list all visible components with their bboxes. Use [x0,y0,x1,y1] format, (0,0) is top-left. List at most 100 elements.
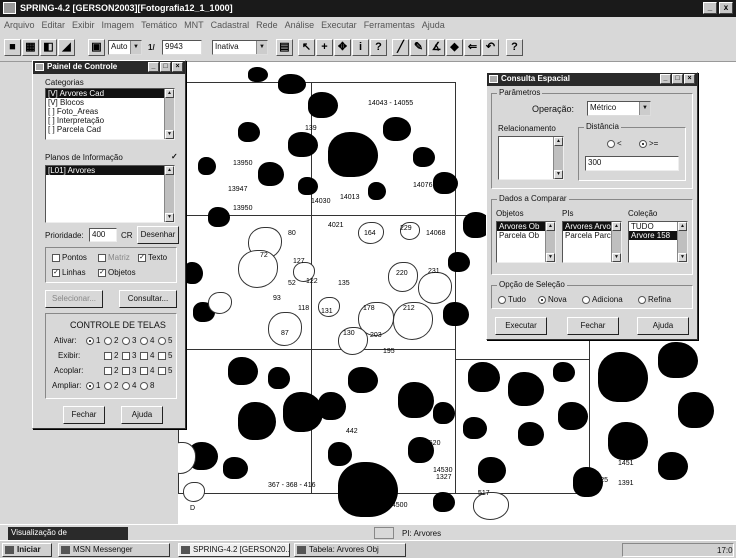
cube-icon[interactable]: ■ [4,39,21,56]
lines-option[interactable]: ✓ Linhas [52,268,86,277]
pis-scrollbar[interactable]: ▲ ▼ [611,222,621,262]
distance-input[interactable]: 300 [585,156,679,171]
tree-polygon[interactable] [433,492,455,512]
menu-cadastral[interactable]: Cadastral [211,20,250,34]
close-query-button[interactable]: Fechar [567,317,619,335]
planes-list[interactable]: [L01] Arvores ▲ ▼ [45,165,175,223]
relation-scrollbar[interactable]: ▲ ▼ [553,137,563,179]
query-button[interactable]: Consultar... [119,290,177,308]
menu-editar[interactable]: Editar [42,20,66,34]
tree-polygon[interactable] [468,362,500,392]
polygon-icon[interactable]: ◆ [446,39,463,56]
menu-analise[interactable]: Análise [285,20,315,34]
plus-icon[interactable]: + [316,39,333,56]
task-spring[interactable]: SPRING-4.2 [GERSON20... [178,543,290,557]
tree-polygon[interactable] [183,262,203,284]
view-minimized-window[interactable]: Visualização de [8,527,128,540]
menu-mnt[interactable]: MNT [184,20,204,34]
collection-scrollbar[interactable]: ▲ ▼ [677,222,687,262]
tree-polygon[interactable] [248,67,268,82]
tree-polygon[interactable] [608,422,648,460]
select-new-radio[interactable]: Nova [538,295,567,304]
pis-list[interactable]: Arvores Arvo Parcela Parc ▲ ▼ [562,221,622,263]
tree-polygon[interactable] [398,382,434,418]
zoom-radio-1[interactable]: 1 [86,381,100,390]
layers-icon[interactable]: ◧ [40,39,57,56]
close-panel-button[interactable]: Fechar [63,406,105,424]
tree-polygon[interactable] [308,92,338,118]
text-option[interactable]: ✓ Texto [138,253,167,262]
help-icon[interactable]: ? [506,39,523,56]
tree-polygon[interactable] [318,392,346,420]
tree-polygon[interactable] [368,182,386,200]
tree-polygon[interactable] [558,402,588,430]
distance-less-radio[interactable]: < [607,139,622,148]
close-icon[interactable]: × [172,62,183,72]
minimize-button[interactable]: _ [703,2,717,14]
tree-polygon[interactable] [508,372,544,406]
start-button[interactable]: Iniciar [2,543,52,557]
category-item[interactable]: [ ] Foto_Areas [46,107,174,116]
tree-polygon[interactable] [433,402,455,424]
menu-ajuda[interactable]: Ajuda [422,20,445,34]
select-button[interactable]: Selecionar... [45,290,103,308]
objects-scrollbar[interactable]: ▲ ▼ [545,222,555,262]
close-icon[interactable]: × [684,74,695,84]
activate-radio-1[interactable]: 1 [86,336,100,345]
help-panel-button[interactable]: Ajuda [121,406,163,424]
tree-polygon[interactable] [238,402,276,440]
tree-polygon[interactable] [238,122,260,142]
show-check-4[interactable]: 4 [140,351,154,360]
image-icon[interactable]: ▣ [88,39,105,56]
activate-radio-4[interactable]: 4 [140,336,154,345]
mode-select[interactable]: Inativa ▼ [212,40,268,55]
tree-polygon[interactable] [383,117,411,141]
menu-tematico[interactable]: Temático [141,20,177,34]
check-icon[interactable]: ✓ [171,152,178,161]
tree-polygon[interactable] [288,132,318,157]
show-check-5[interactable]: 5 [158,351,172,360]
objects-option[interactable]: ✓ Objetos [98,268,136,277]
points-option[interactable]: Pontos [52,253,87,262]
minimize-icon[interactable]: _ [148,62,159,72]
couple-check-3[interactable]: 3 [122,366,136,375]
couple-check-5[interactable]: 5 [158,366,172,375]
activate-radio-5[interactable]: 5 [158,336,172,345]
select-add-radio[interactable]: Adiciona [582,295,623,304]
priority-input[interactable]: 400 [89,228,117,242]
tree-polygon[interactable] [278,74,306,94]
tree-polygon[interactable] [518,422,544,446]
select-refine-radio[interactable]: Refina [638,295,671,304]
query-icon[interactable]: ? [370,39,387,56]
collection-list[interactable]: TUDO Arvore 158 ▲ ▼ [628,221,688,263]
execute-button[interactable]: Executar [495,317,547,335]
category-item[interactable]: [ ] Interpretação [46,116,174,125]
zoom-radio-2[interactable]: 2 [104,381,118,390]
tree-polygon[interactable] [348,367,378,393]
draw-button[interactable]: Desenhar [137,226,179,244]
menu-ferramentas[interactable]: Ferramentas [364,20,415,34]
tree-polygon[interactable] [448,252,470,272]
category-item[interactable]: [V] Blocos [46,98,174,107]
tree-polygon[interactable] [223,457,248,479]
grid-icon[interactable]: ▦ [22,39,39,56]
tree-polygon[interactable] [658,342,698,378]
planes-scrollbar[interactable]: ▲ ▼ [164,166,174,222]
close-button[interactable]: x [719,2,733,14]
activate-radio-2[interactable]: 2 [104,336,118,345]
task-table[interactable]: Tabela: Arvores Obj [294,543,406,557]
select-all-radio[interactable]: Tudo [498,295,526,304]
show-check-3[interactable]: 3 [122,351,136,360]
category-item[interactable]: [ ] Parcela Cad [46,125,174,134]
tree-polygon[interactable] [433,172,458,194]
tree-polygon[interactable] [658,452,688,480]
menu-rede[interactable]: Rede [256,20,278,34]
pen-icon[interactable]: ◢ [58,39,75,56]
arrow-left-icon[interactable]: ⇐ [464,39,481,56]
tree-polygon[interactable] [198,157,216,175]
activate-radio-3[interactable]: 3 [122,336,136,345]
tree-polygon[interactable] [553,362,575,382]
maximize-icon[interactable]: □ [160,62,171,72]
edit-icon[interactable]: ✎ [410,39,427,56]
tree-polygon[interactable] [298,177,318,195]
